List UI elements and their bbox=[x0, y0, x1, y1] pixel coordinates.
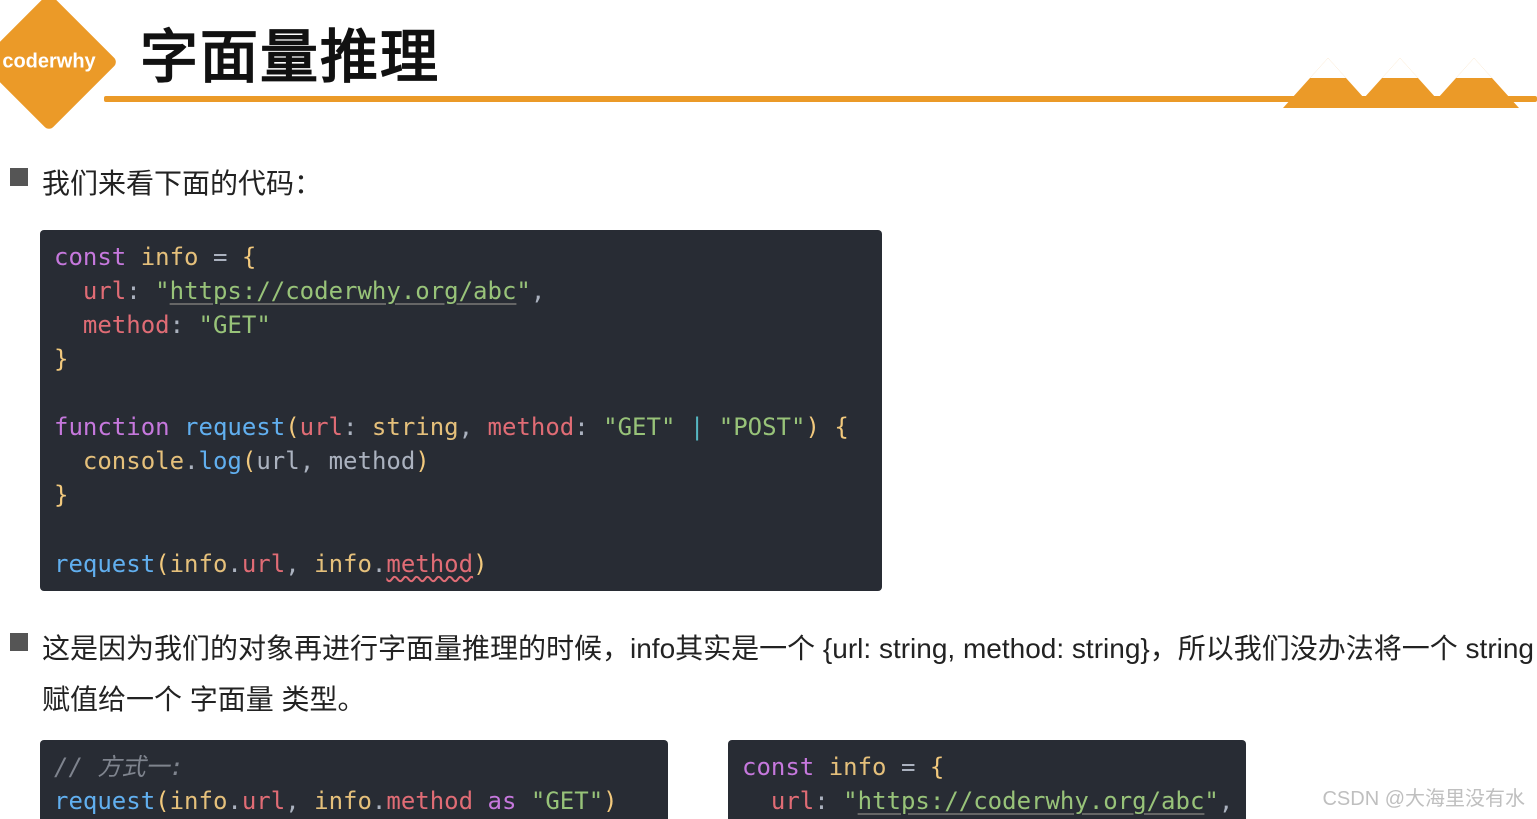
mountain-cap-icon bbox=[1310, 58, 1346, 78]
decorative-mountains bbox=[1283, 52, 1513, 108]
slide-header: coderwhy 字面量推理 bbox=[0, 0, 1537, 94]
mountain-cap-icon bbox=[1382, 58, 1418, 78]
bullet-square-icon bbox=[10, 168, 28, 186]
bullet-text: 我们来看下面的代码： bbox=[42, 158, 322, 210]
bullet-point: 我们来看下面的代码： bbox=[10, 158, 1537, 210]
watermark: CSDN @大海里没有水 bbox=[1322, 782, 1525, 811]
mountain-cap-icon bbox=[1456, 58, 1492, 78]
code-block-1: const info = { url: "https://coderwhy.or… bbox=[40, 230, 882, 591]
bullet-square-icon bbox=[10, 633, 28, 651]
code-row: // 方式一: request(info.url, info.method as… bbox=[40, 740, 1537, 819]
code-block-3: const info = { url: "https://coderwhy.or… bbox=[728, 740, 1246, 819]
bullet-point: 这是因为我们的对象再进行字面量推理的时候，info其实是一个 {url: str… bbox=[10, 623, 1537, 727]
slide-body: 我们来看下面的代码： const info = { url: "https://… bbox=[0, 94, 1537, 819]
code-block-2: // 方式一: request(info.url, info.method as… bbox=[40, 740, 668, 819]
bullet-text: 这是因为我们的对象再进行字面量推理的时候，info其实是一个 {url: str… bbox=[42, 623, 1537, 727]
logo-text: coderwhy bbox=[2, 51, 95, 74]
